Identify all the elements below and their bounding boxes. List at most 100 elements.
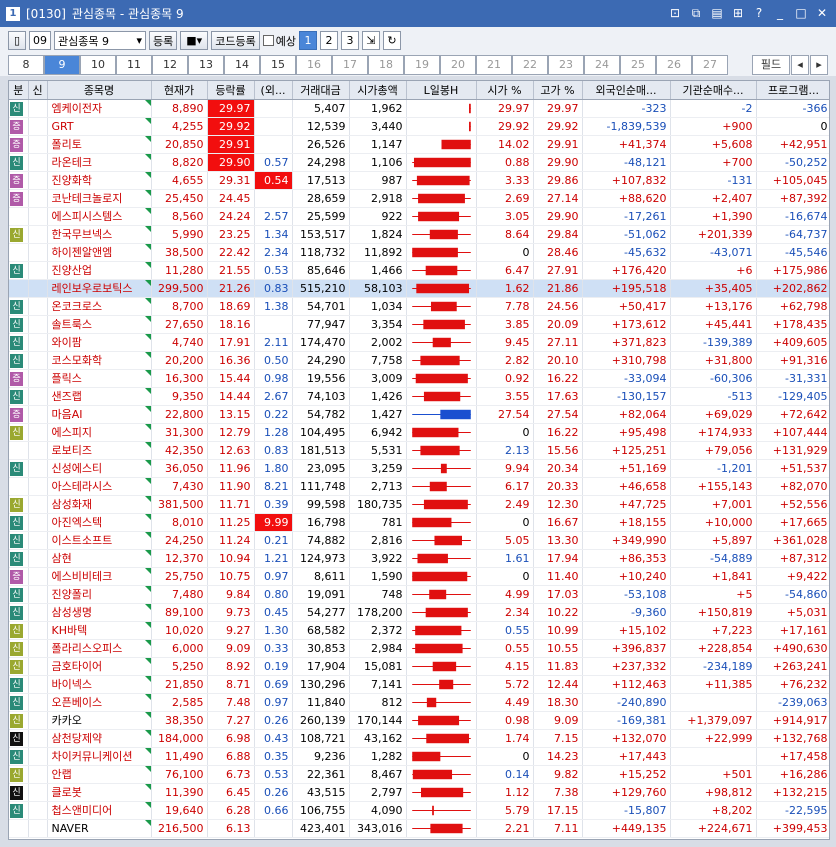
table-row[interactable]: 신 이스트소프트 24,250 11.24 0.21 74,882 2,816 5.05 13.…: [9, 531, 829, 550]
table-row[interactable]: 신 카카오 38,350 7.27 0.26 260,139 170,144 0.98 9.09…: [9, 711, 829, 730]
stock-name[interactable]: 에스비비테크: [47, 567, 152, 586]
table-row[interactable]: 신 한국무브넥스 5,990 23.25 1.34 153,517 1,824 8.64 29.…: [9, 225, 829, 244]
tab-16[interactable]: 16: [296, 55, 332, 75]
stock-name[interactable]: 코스모화학: [47, 351, 152, 370]
tab-12[interactable]: 12: [152, 55, 188, 75]
tab-15[interactable]: 15: [260, 55, 296, 75]
refresh-icon[interactable]: ↻: [382, 31, 401, 50]
table-row[interactable]: 신 삼성생명 89,100 9.73 0.45 54,277 178,200 2.34 10.2…: [9, 603, 829, 622]
column-header[interactable]: 외국인순매...: [582, 81, 671, 100]
tab-11[interactable]: 11: [116, 55, 152, 75]
table-row[interactable]: 신 폴라리스오피스 6,000 9.09 0.33 30,853 2,984 0.55 10.5…: [9, 639, 829, 658]
table-row[interactable]: NAVER 216,500 6.13 423,401 343,016 2.21 7.11 +4…: [9, 819, 829, 838]
table-row[interactable]: 신 첩스앤미디어 19,640 6.28 0.66 106,755 4,090 5.79 17.…: [9, 801, 829, 820]
table-row[interactable]: 신 삼현 12,370 10.94 1.21 124,973 3,922 1.61 17.94 +…: [9, 549, 829, 568]
table-row[interactable]: 증 에스비비테크 25,750 10.75 0.97 8,611 1,590 0 11.40 +1…: [9, 567, 829, 586]
minimize-icon[interactable]: _: [772, 5, 788, 21]
stock-name[interactable]: 솔트룩스: [47, 315, 152, 334]
tab-9[interactable]: 9: [44, 55, 80, 75]
stock-name[interactable]: 폴리토: [47, 135, 152, 154]
tab-22[interactable]: 22: [512, 55, 548, 75]
table-row[interactable]: 신 샌즈랩 9,350 14.44 2.67 74,103 1,426 3.55 17.63 -1…: [9, 387, 829, 406]
menu-dropdown-button[interactable]: ■▾: [180, 31, 209, 50]
stock-name[interactable]: 에스피시스템스: [47, 207, 152, 226]
group-icon[interactable]: ▯: [8, 31, 26, 50]
table-row[interactable]: 증 코난테크놀로지 25,450 24.45 28,659 2,918 2.69 27.14 +…: [9, 189, 829, 208]
stock-name[interactable]: 바이넥스: [47, 675, 152, 694]
tab-next-icon[interactable]: ▸: [810, 55, 828, 75]
stock-name[interactable]: 레인보우로보틱스: [47, 279, 152, 298]
help-icon[interactable]: ?: [751, 5, 767, 21]
column-header[interactable]: 시가총액: [349, 81, 407, 100]
group-number[interactable]: 09: [29, 31, 51, 50]
table-row[interactable]: 신 코스모화학 20,200 16.36 0.50 24,290 7,758 2.82 20.1…: [9, 351, 829, 370]
table-row[interactable]: 아스테라시스 7,430 11.90 8.21 111,748 2,713 6.17 20.3…: [9, 477, 829, 496]
stock-name[interactable]: 안랩: [47, 765, 152, 784]
window-copy-icon[interactable]: ⧉: [688, 5, 704, 21]
table-row[interactable]: 신 솔트룩스 27,650 18.16 77,947 3,354 3.85 20.09 +173…: [9, 315, 829, 334]
table-row[interactable]: 증 폴리토 20,850 29.91 26,526 1,147 14.02 29.91 +41,…: [9, 135, 829, 154]
table-row[interactable]: 신 진양폴리 7,480 9.84 0.80 19,091 748 4.99 17.03 -53,…: [9, 585, 829, 604]
column-header[interactable]: 분: [9, 81, 29, 100]
stock-name[interactable]: GRT: [47, 117, 152, 136]
tab-18[interactable]: 18: [368, 55, 404, 75]
table-row[interactable]: 증 GRT 4,255 29.92 12,539 3,440 29.92 29.92 -1,83…: [9, 117, 829, 136]
tab-prev-icon[interactable]: ◂: [791, 55, 809, 75]
stock-name[interactable]: 아스테라시스: [47, 477, 152, 496]
column-header[interactable]: 거래대금: [292, 81, 350, 100]
column-header[interactable]: 현재가: [151, 81, 208, 100]
page-2[interactable]: 2: [319, 31, 338, 50]
stock-name[interactable]: 삼성화재: [47, 495, 152, 514]
table-row[interactable]: 신 에스피지 31,300 12.79 1.28 104,495 6,942 0 16.22 +9…: [9, 423, 829, 442]
maximize-icon[interactable]: □: [793, 5, 809, 21]
stock-name[interactable]: 하이젠알앤엠: [47, 243, 152, 262]
table-row[interactable]: 신 라온테크 8,820 29.90 0.57 24,298 1,106 0.88 29.90-…: [9, 153, 829, 172]
export-icon[interactable]: ⇲: [361, 31, 380, 50]
tab-8[interactable]: 8: [8, 55, 44, 75]
table-row[interactable]: 신 KH바텍 10,020 9.27 1.30 68,582 2,372 0.55 10.99 +…: [9, 621, 829, 640]
stock-name[interactable]: 폴라리스오피스: [47, 639, 152, 658]
table-row[interactable]: 하이젠알앤엠 38,500 22.42 2.34 118,732 11,892 0 28.46…: [9, 243, 829, 262]
table-row[interactable]: 신 엠케이전자 8,890 29.97 5,407 1,962 29.97 29.97 -323…: [9, 99, 829, 118]
field-button[interactable]: 필드: [752, 55, 790, 75]
stock-name[interactable]: 라온테크: [47, 153, 152, 172]
page-1[interactable]: 1: [298, 31, 317, 50]
link-icon[interactable]: ⊡: [667, 5, 683, 21]
stock-name[interactable]: 첩스앤미디어: [47, 801, 152, 820]
tab-20[interactable]: 20: [440, 55, 476, 75]
column-header[interactable]: 종목명: [47, 81, 152, 100]
stock-name[interactable]: KH바텍: [47, 621, 152, 640]
tab-17[interactable]: 17: [332, 55, 368, 75]
table-row[interactable]: 신 안랩 76,100 6.73 0.53 22,361 8,467 0.14 9.82 +15,…: [9, 765, 829, 784]
stock-name[interactable]: 마음AI: [47, 405, 152, 424]
column-header[interactable]: (외...: [254, 81, 293, 100]
stock-name[interactable]: 온코크로스: [47, 297, 152, 316]
column-header[interactable]: 시가 %: [476, 81, 534, 100]
tab-27[interactable]: 27: [692, 55, 728, 75]
tab-26[interactable]: 26: [656, 55, 692, 75]
stock-name[interactable]: 삼성생명: [47, 603, 152, 622]
stock-name[interactable]: 엠케이전자: [47, 99, 152, 118]
column-header[interactable]: 등락률: [207, 81, 255, 100]
table-row[interactable]: 로보티즈 42,350 12.63 0.83 181,513 5,531 2.13 15.56…: [9, 441, 829, 460]
table-row[interactable]: 신 아진엑스텍 8,010 11.25 9.99 16,798 781 0 16.67 +18,1…: [9, 513, 829, 532]
table-row[interactable]: 신 와이팜 4,740 17.91 2.11 174,470 2,002 9.45 27.11 +…: [9, 333, 829, 352]
stock-name[interactable]: 이스트소프트: [47, 531, 152, 550]
column-header[interactable]: 프로그램...: [756, 81, 829, 100]
stock-name[interactable]: 삼현: [47, 549, 152, 568]
table-row[interactable]: 신 금호타이어 5,250 8.92 0.19 17,904 15,081 4.15 11.83…: [9, 657, 829, 676]
tab-19[interactable]: 19: [404, 55, 440, 75]
stock-name[interactable]: 와이팜: [47, 333, 152, 352]
tab-21[interactable]: 21: [476, 55, 512, 75]
table-row[interactable]: 신 삼천당제약 184,000 6.98 0.43 108,721 43,162 1.74 7.…: [9, 729, 829, 748]
table-row[interactable]: 신 차이커뮤니케이션 11,490 6.88 0.35 9,236 1,282 0 14.23 +…: [9, 747, 829, 766]
grid-icon[interactable]: ⊞: [730, 5, 746, 21]
code-register-button[interactable]: 코드등록: [211, 31, 260, 50]
table-row[interactable]: 증 플릭스 16,300 15.44 0.98 19,556 3,009 0.92 16.22-…: [9, 369, 829, 388]
stock-name[interactable]: 로보티즈: [47, 441, 152, 460]
stock-name[interactable]: 삼천당제약: [47, 729, 152, 748]
table-row[interactable]: 증 진양화학 4,655 29.31 0.54 17,513 987 3.33 29.86 +10…: [9, 171, 829, 190]
table-row[interactable]: 신 신성에스티 36,050 11.96 1.80 23,095 3,259 9.94 20.3…: [9, 459, 829, 478]
column-header[interactable]: L일봉H: [406, 81, 477, 100]
tab-13[interactable]: 13: [188, 55, 224, 75]
